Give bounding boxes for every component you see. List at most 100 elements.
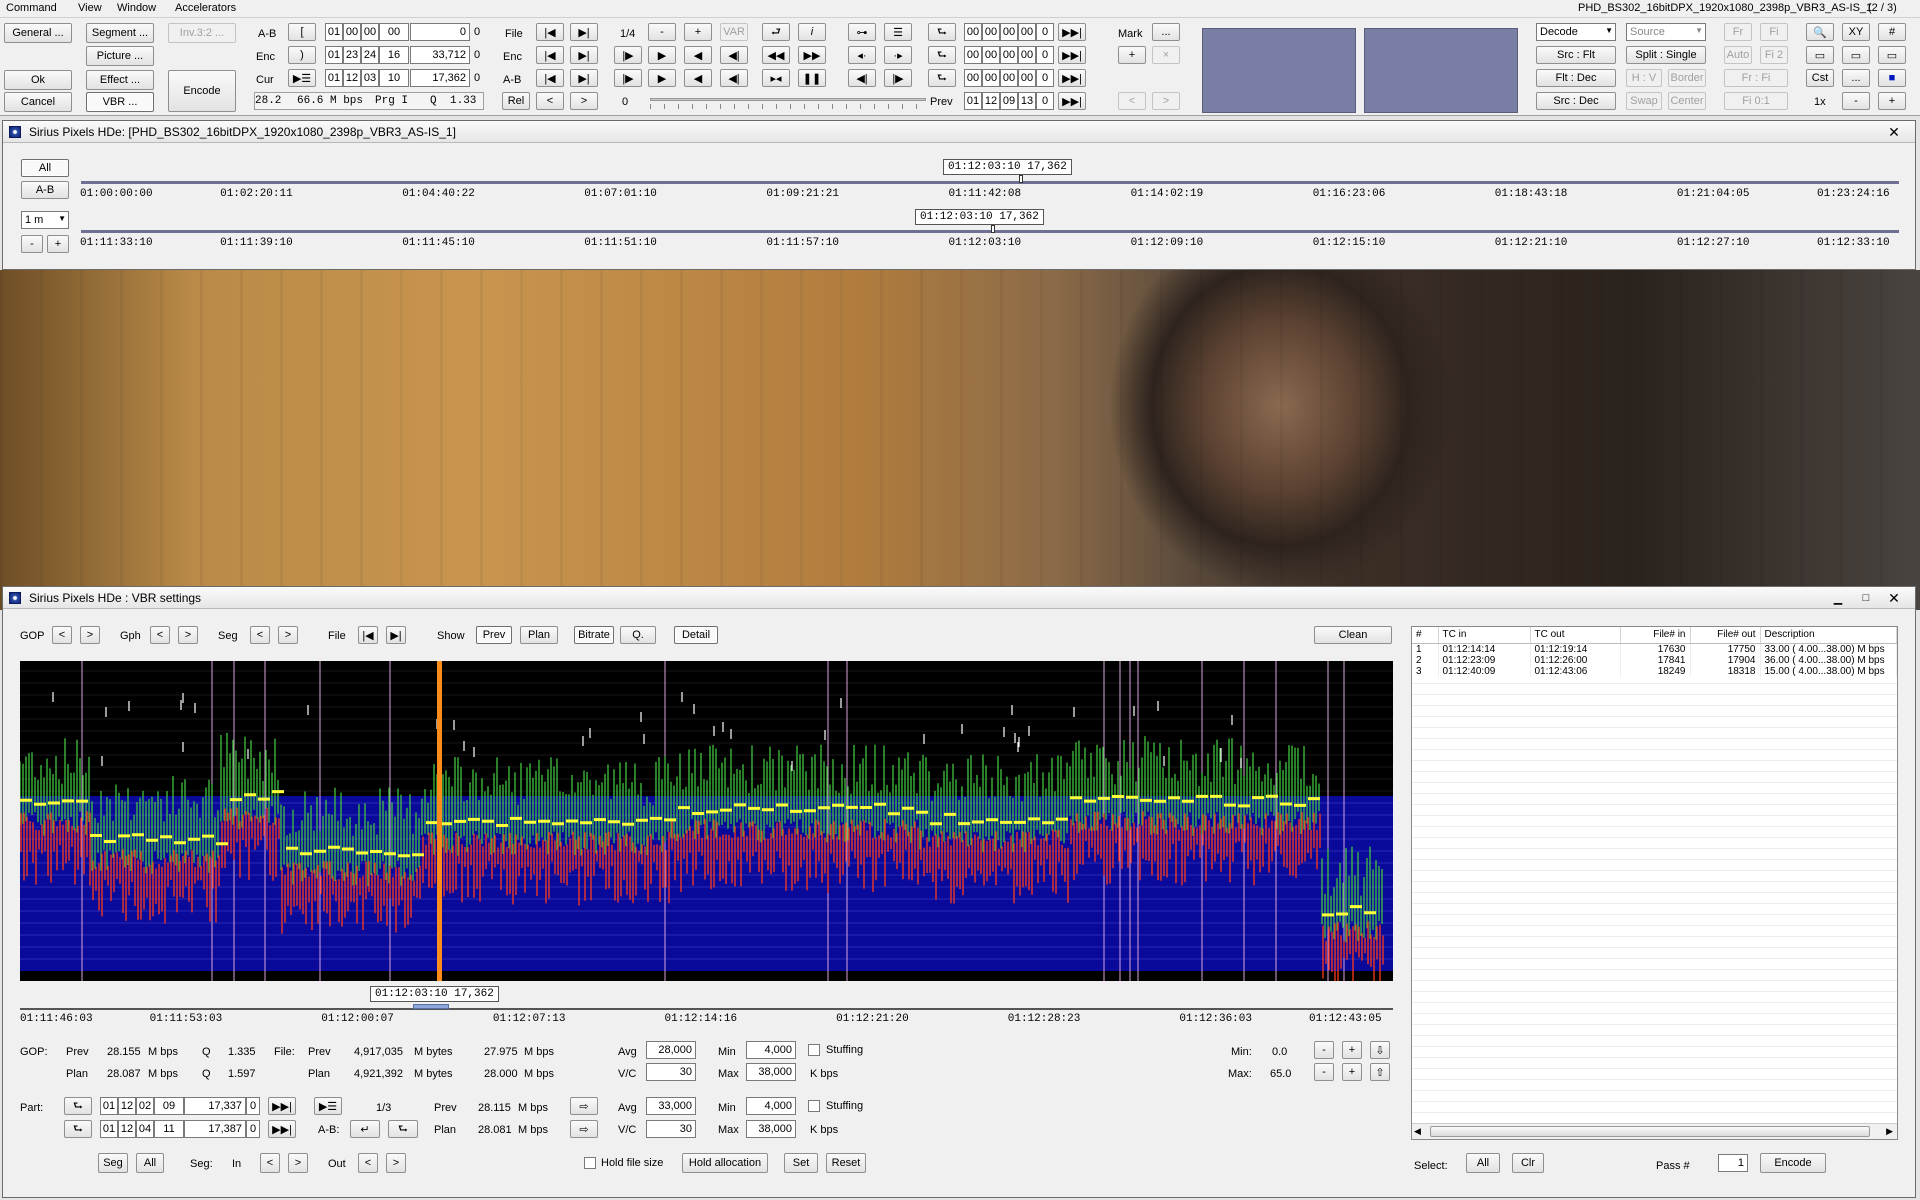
part-out-go-icon[interactable]: ▶▶|	[268, 1120, 296, 1138]
max2-field[interactable]: 38,000	[746, 1120, 796, 1138]
table-row[interactable]: 2 01:12:23:09 01:12:26:00 17841 17904 36…	[1412, 654, 1897, 666]
skip-start-icon[interactable]: |◀	[536, 23, 564, 41]
table-row[interactable]: 3 01:12:40:09 01:12:43:06 18249 18318 15…	[1412, 665, 1897, 677]
arrow-down-icon[interactable]: ⇩	[1370, 1041, 1390, 1059]
fast-forward-icon[interactable]: ▶▶	[798, 46, 826, 64]
part-out-s[interactable]: 04	[136, 1120, 154, 1138]
vbr-encode-button[interactable]: Encode	[1760, 1153, 1826, 1173]
avg2-field[interactable]: 33,000	[646, 1097, 696, 1115]
hv-button[interactable]: H : V	[1626, 69, 1662, 87]
show-plan-toggle[interactable]: Plan	[520, 626, 558, 644]
scroll-right-icon[interactable]: ▶	[1886, 1126, 1893, 1137]
mark-frame-icon[interactable]: ⊶	[848, 23, 876, 41]
seg-out-prev-button[interactable]: <	[358, 1153, 378, 1173]
decode-select[interactable]: Decode ▼	[1536, 23, 1616, 41]
col-tc-out[interactable]: TC out	[1530, 627, 1621, 644]
monitor1-icon[interactable]: ▭	[1806, 46, 1834, 64]
hold-file-size-checkbox[interactable]	[584, 1157, 596, 1169]
part-in-frame[interactable]: 17,337	[184, 1097, 246, 1115]
gph-prev-button[interactable]: <	[150, 626, 170, 644]
bottom-all-button[interactable]: All	[136, 1153, 164, 1173]
cur-tc-h[interactable]: 01	[325, 69, 343, 87]
center-button[interactable]: Center	[1668, 92, 1706, 110]
frame-back-icon[interactable]: ◀|	[720, 69, 748, 87]
ab-tc-s[interactable]: 00	[361, 23, 379, 41]
prev-tc-f[interactable]: 13	[1018, 92, 1036, 110]
enc-start-icon[interactable]: |◀	[536, 46, 564, 64]
loop-icon[interactable]: ⮐	[762, 23, 790, 41]
show-detail-toggle[interactable]: Detail	[674, 626, 718, 644]
seg-next-button[interactable]: >	[278, 626, 298, 644]
out3-m[interactable]: 00	[982, 69, 1000, 87]
fi-button[interactable]: Fi	[1760, 23, 1788, 41]
file-end-icon[interactable]: ▶|	[386, 626, 406, 644]
flt-dec-button[interactable]: Flt : Dec	[1536, 69, 1616, 87]
cur-frame-field[interactable]: 17,362	[410, 69, 470, 87]
out2-x[interactable]: 0	[1036, 46, 1054, 64]
goto1-icon[interactable]: ⮑	[928, 23, 956, 41]
rel-button[interactable]: Rel	[502, 92, 530, 110]
src-dec-button[interactable]: Src : Dec	[1536, 92, 1616, 110]
vc1-field[interactable]: 30	[646, 1063, 696, 1081]
cur-tc-f[interactable]: 10	[379, 69, 409, 87]
max-plus-button[interactable]: +	[1342, 1063, 1362, 1081]
reverse2-icon[interactable]: ◀	[684, 69, 712, 87]
seg-prev-button[interactable]: <	[250, 626, 270, 644]
fr-button[interactable]: Fr	[1724, 23, 1752, 41]
mark-more-button[interactable]: ...	[1152, 23, 1180, 41]
minimize-icon[interactable]: ▁	[1825, 590, 1851, 606]
segment-button[interactable]: Segment ...	[86, 23, 154, 43]
swap-button[interactable]: Swap	[1626, 92, 1662, 110]
out2-s[interactable]: 00	[1000, 46, 1018, 64]
show-q-toggle[interactable]: Q.	[620, 626, 656, 644]
ab-frame-field[interactable]: 0	[410, 23, 470, 41]
border-button[interactable]: Border	[1668, 69, 1706, 87]
next-mark-icon[interactable]: ·▸	[884, 46, 912, 64]
timeline-zoom-out-button[interactable]: -	[21, 235, 43, 253]
avg1-field[interactable]: 28,000	[646, 1041, 696, 1059]
scroll-left-icon[interactable]: ◀	[1414, 1126, 1421, 1137]
seg-in-prev-button[interactable]: <	[260, 1153, 280, 1173]
picture-button[interactable]: Picture ...	[86, 46, 154, 66]
fi01-button[interactable]: Fi 0:1	[1724, 92, 1788, 110]
close-icon[interactable]: ✕	[1881, 124, 1907, 140]
list-view-icon[interactable]: ☰	[884, 23, 912, 41]
out1-s[interactable]: 00	[1000, 23, 1018, 41]
menu-accelerators[interactable]: Accelerators	[175, 2, 236, 14]
rel-next-icon[interactable]: >	[570, 92, 598, 110]
seg-in-next-button[interactable]: >	[288, 1153, 308, 1173]
part-out-frame[interactable]: 17,387	[184, 1120, 246, 1138]
table-row[interactable]: 1 01:12:14:14 01:12:19:14 17630 17750 33…	[1412, 643, 1897, 655]
out3-h[interactable]: 00	[964, 69, 982, 87]
out1-h[interactable]: 00	[964, 23, 982, 41]
gph-next-button[interactable]: >	[178, 626, 198, 644]
bottom-seg-button[interactable]: Seg	[98, 1153, 128, 1173]
col-file-out[interactable]: File# out	[1690, 627, 1761, 644]
stuffing2-checkbox[interactable]	[808, 1100, 820, 1112]
skip-end-icon[interactable]: ▶|	[570, 23, 598, 41]
part-goto-in-icon[interactable]: ⮑	[64, 1097, 92, 1115]
scale-minus-button[interactable]: -	[1842, 92, 1870, 110]
events-h-scrollbar[interactable]: ◀ ▶	[1412, 1123, 1897, 1139]
out2-h[interactable]: 00	[964, 46, 982, 64]
frame-fwd-icon[interactable]: |▶	[614, 69, 642, 87]
fast-rewind-icon[interactable]: ◀◀	[762, 46, 790, 64]
out1-f[interactable]: 00	[1018, 23, 1036, 41]
prev-tc-h[interactable]: 01	[964, 92, 982, 110]
display-icon[interactable]: ■	[1878, 69, 1906, 87]
close-icon[interactable]: ✕	[1881, 590, 1907, 606]
bitrate-graph[interactable]	[20, 661, 1393, 981]
src-flt-button[interactable]: Src : Flt	[1536, 46, 1616, 64]
auto-button[interactable]: Auto	[1724, 46, 1752, 64]
ok-button[interactable]: Ok	[4, 70, 72, 90]
clean-button[interactable]: Clean	[1314, 626, 1392, 644]
vc2-field[interactable]: 30	[646, 1120, 696, 1138]
show-bitrate-toggle[interactable]: Bitrate	[574, 626, 614, 644]
events-table[interactable]: # TC in TC out File# in File# out Descri…	[1411, 626, 1898, 1140]
enc-frame-field[interactable]: 33,712	[410, 46, 470, 64]
seg-out-next-button[interactable]: >	[386, 1153, 406, 1173]
part-out-h[interactable]: 01	[100, 1120, 118, 1138]
ab-tc-m[interactable]: 00	[343, 23, 361, 41]
out1-go-icon[interactable]: ▶▶|	[1058, 23, 1086, 41]
show-prev-toggle[interactable]: Prev	[476, 626, 512, 644]
